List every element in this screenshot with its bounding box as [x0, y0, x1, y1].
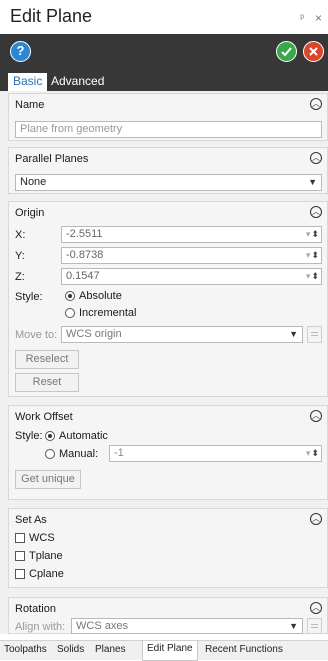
cancel-x-icon[interactable] — [303, 41, 324, 62]
align-with-select[interactable]: WCS axes ▼ — [71, 618, 303, 634]
bottom-tab-strip: Toolpaths Solids Planes Edit Plane Recen… — [0, 640, 328, 661]
parallel-planes-value: None — [20, 176, 47, 188]
origin-header[interactable]: Origin ︿ — [9, 202, 327, 222]
offset-style-label: Style: — [15, 430, 43, 442]
automatic-radio[interactable] — [45, 431, 55, 441]
manual-label: Manual: — [59, 448, 99, 460]
incremental-label: Incremental — [79, 307, 137, 319]
origin-x-value: -2.5511 — [66, 228, 103, 240]
spinner-icon[interactable]: ▾ ⬍ — [306, 446, 319, 461]
dropdown-arrow-icon: ▼ — [289, 621, 298, 631]
z-label: Z: — [15, 271, 25, 283]
bottom-tab-edit-plane[interactable]: Edit Plane — [142, 641, 198, 661]
rotation-header[interactable]: Rotation ︿ — [9, 598, 327, 618]
name-section-title: Name — [15, 99, 45, 111]
close-icon[interactable]: × — [315, 11, 322, 25]
cplane-label: Cplane — [29, 568, 64, 580]
spinner-icon[interactable]: ▾ ⬍ — [306, 269, 319, 284]
wcs-checkbox[interactable] — [15, 533, 25, 543]
style-label: Style: — [15, 291, 43, 303]
spinner-icon[interactable]: ▾ ⬍ — [306, 248, 319, 263]
origin-section: Origin ︿ X: -2.5511 ▾ ⬍ Y: -0.8738 ▾ ⬍ Z: … — [8, 201, 328, 397]
tplane-label: Tplane — [29, 550, 63, 562]
manual-radio[interactable] — [45, 449, 55, 459]
rotation-section: Rotation ︿ Align with: WCS axes ▼ — [8, 597, 328, 634]
origin-title: Origin — [15, 207, 45, 219]
reset-button[interactable]: Reset — [15, 373, 79, 392]
origin-x-input[interactable]: -2.5511 ▾ ⬍ — [61, 226, 322, 243]
move-to-value: WCS origin — [66, 328, 122, 340]
title-bar: Edit Plane ᵖ × — [0, 0, 328, 34]
parallel-planes-header[interactable]: Parallel Planes ︿ — [9, 148, 327, 168]
collapse-icon[interactable]: ︿ — [310, 152, 322, 164]
panel-title: Edit Plane — [10, 6, 93, 26]
automatic-label: Automatic — [59, 430, 108, 442]
spinner-icon[interactable]: ▾ ⬍ — [306, 227, 319, 242]
collapse-icon[interactable]: ︿ — [310, 602, 322, 614]
bottom-tab-planes[interactable]: Planes — [95, 644, 126, 655]
parallel-planes-section: Parallel Planes ︿ None ▼ — [8, 147, 328, 194]
toolbar: ? — [0, 34, 328, 70]
origin-z-value: 0.1547 — [66, 270, 100, 282]
move-to-options-icon[interactable] — [307, 326, 322, 343]
ok-check-icon[interactable] — [276, 41, 297, 62]
collapse-icon[interactable]: ︿ — [310, 410, 322, 422]
absolute-label: Absolute — [79, 290, 122, 302]
set-as-header[interactable]: Set As ︿ — [9, 509, 327, 529]
set-as-title: Set As — [15, 514, 47, 526]
name-section: Name ︿ Plane from geometry — [8, 93, 328, 141]
align-with-value: WCS axes — [76, 620, 128, 632]
bottom-tab-solids[interactable]: Solids — [57, 644, 84, 655]
absolute-radio[interactable] — [65, 291, 75, 301]
tab-basic[interactable]: Basic — [8, 73, 48, 91]
bottom-tab-recent-functions[interactable]: Recent Functions — [205, 644, 283, 655]
work-offset-title: Work Offset — [15, 411, 73, 423]
manual-offset-input[interactable]: -1 ▾ ⬍ — [109, 445, 322, 462]
tab-strip: Basic Advanced — [0, 70, 328, 91]
name-section-header[interactable]: Name ︿ — [9, 94, 327, 114]
collapse-icon[interactable]: ︿ — [310, 98, 322, 110]
bottom-tab-toolpaths[interactable]: Toolpaths — [4, 644, 47, 655]
move-to-select[interactable]: WCS origin ▼ — [61, 326, 303, 343]
tab-advanced[interactable]: Advanced — [46, 73, 109, 91]
x-label: X: — [15, 229, 26, 241]
panel-content: Name ︿ Plane from geometry Parallel Plan… — [0, 91, 328, 634]
align-with-label: Align with: — [15, 621, 66, 633]
dropdown-arrow-icon: ▼ — [289, 329, 298, 339]
reselect-button[interactable]: Reselect — [15, 350, 79, 369]
dropdown-arrow-icon: ▼ — [308, 177, 317, 187]
plane-name-input[interactable]: Plane from geometry — [15, 121, 322, 138]
collapse-icon[interactable]: ︿ — [310, 206, 322, 218]
cplane-checkbox[interactable] — [15, 569, 25, 579]
y-label: Y: — [15, 250, 25, 262]
origin-y-input[interactable]: -0.8738 ▾ ⬍ — [61, 247, 322, 264]
work-offset-section: Work Offset ︿ Style: Automatic Manual: -… — [8, 405, 328, 500]
wcs-label: WCS — [29, 532, 55, 544]
parallel-planes-select[interactable]: None ▼ — [15, 174, 322, 191]
get-unique-button[interactable]: Get unique — [15, 470, 81, 489]
work-offset-header[interactable]: Work Offset ︿ — [9, 406, 327, 426]
align-options-icon[interactable] — [307, 618, 322, 634]
origin-z-input[interactable]: 0.1547 ▾ ⬍ — [61, 268, 322, 285]
rotation-title: Rotation — [15, 603, 56, 615]
tplane-checkbox[interactable] — [15, 551, 25, 561]
help-icon[interactable]: ? — [10, 41, 31, 62]
origin-y-value: -0.8738 — [66, 249, 104, 261]
pin-icon[interactable]: ᵖ — [300, 13, 304, 24]
set-as-section: Set As ︿ WCS Tplane Cplane — [8, 508, 328, 588]
parallel-planes-title: Parallel Planes — [15, 153, 89, 165]
incremental-radio[interactable] — [65, 308, 75, 318]
collapse-icon[interactable]: ︿ — [310, 513, 322, 525]
move-to-label: Move to: — [15, 329, 58, 341]
manual-offset-value: -1 — [114, 447, 124, 459]
